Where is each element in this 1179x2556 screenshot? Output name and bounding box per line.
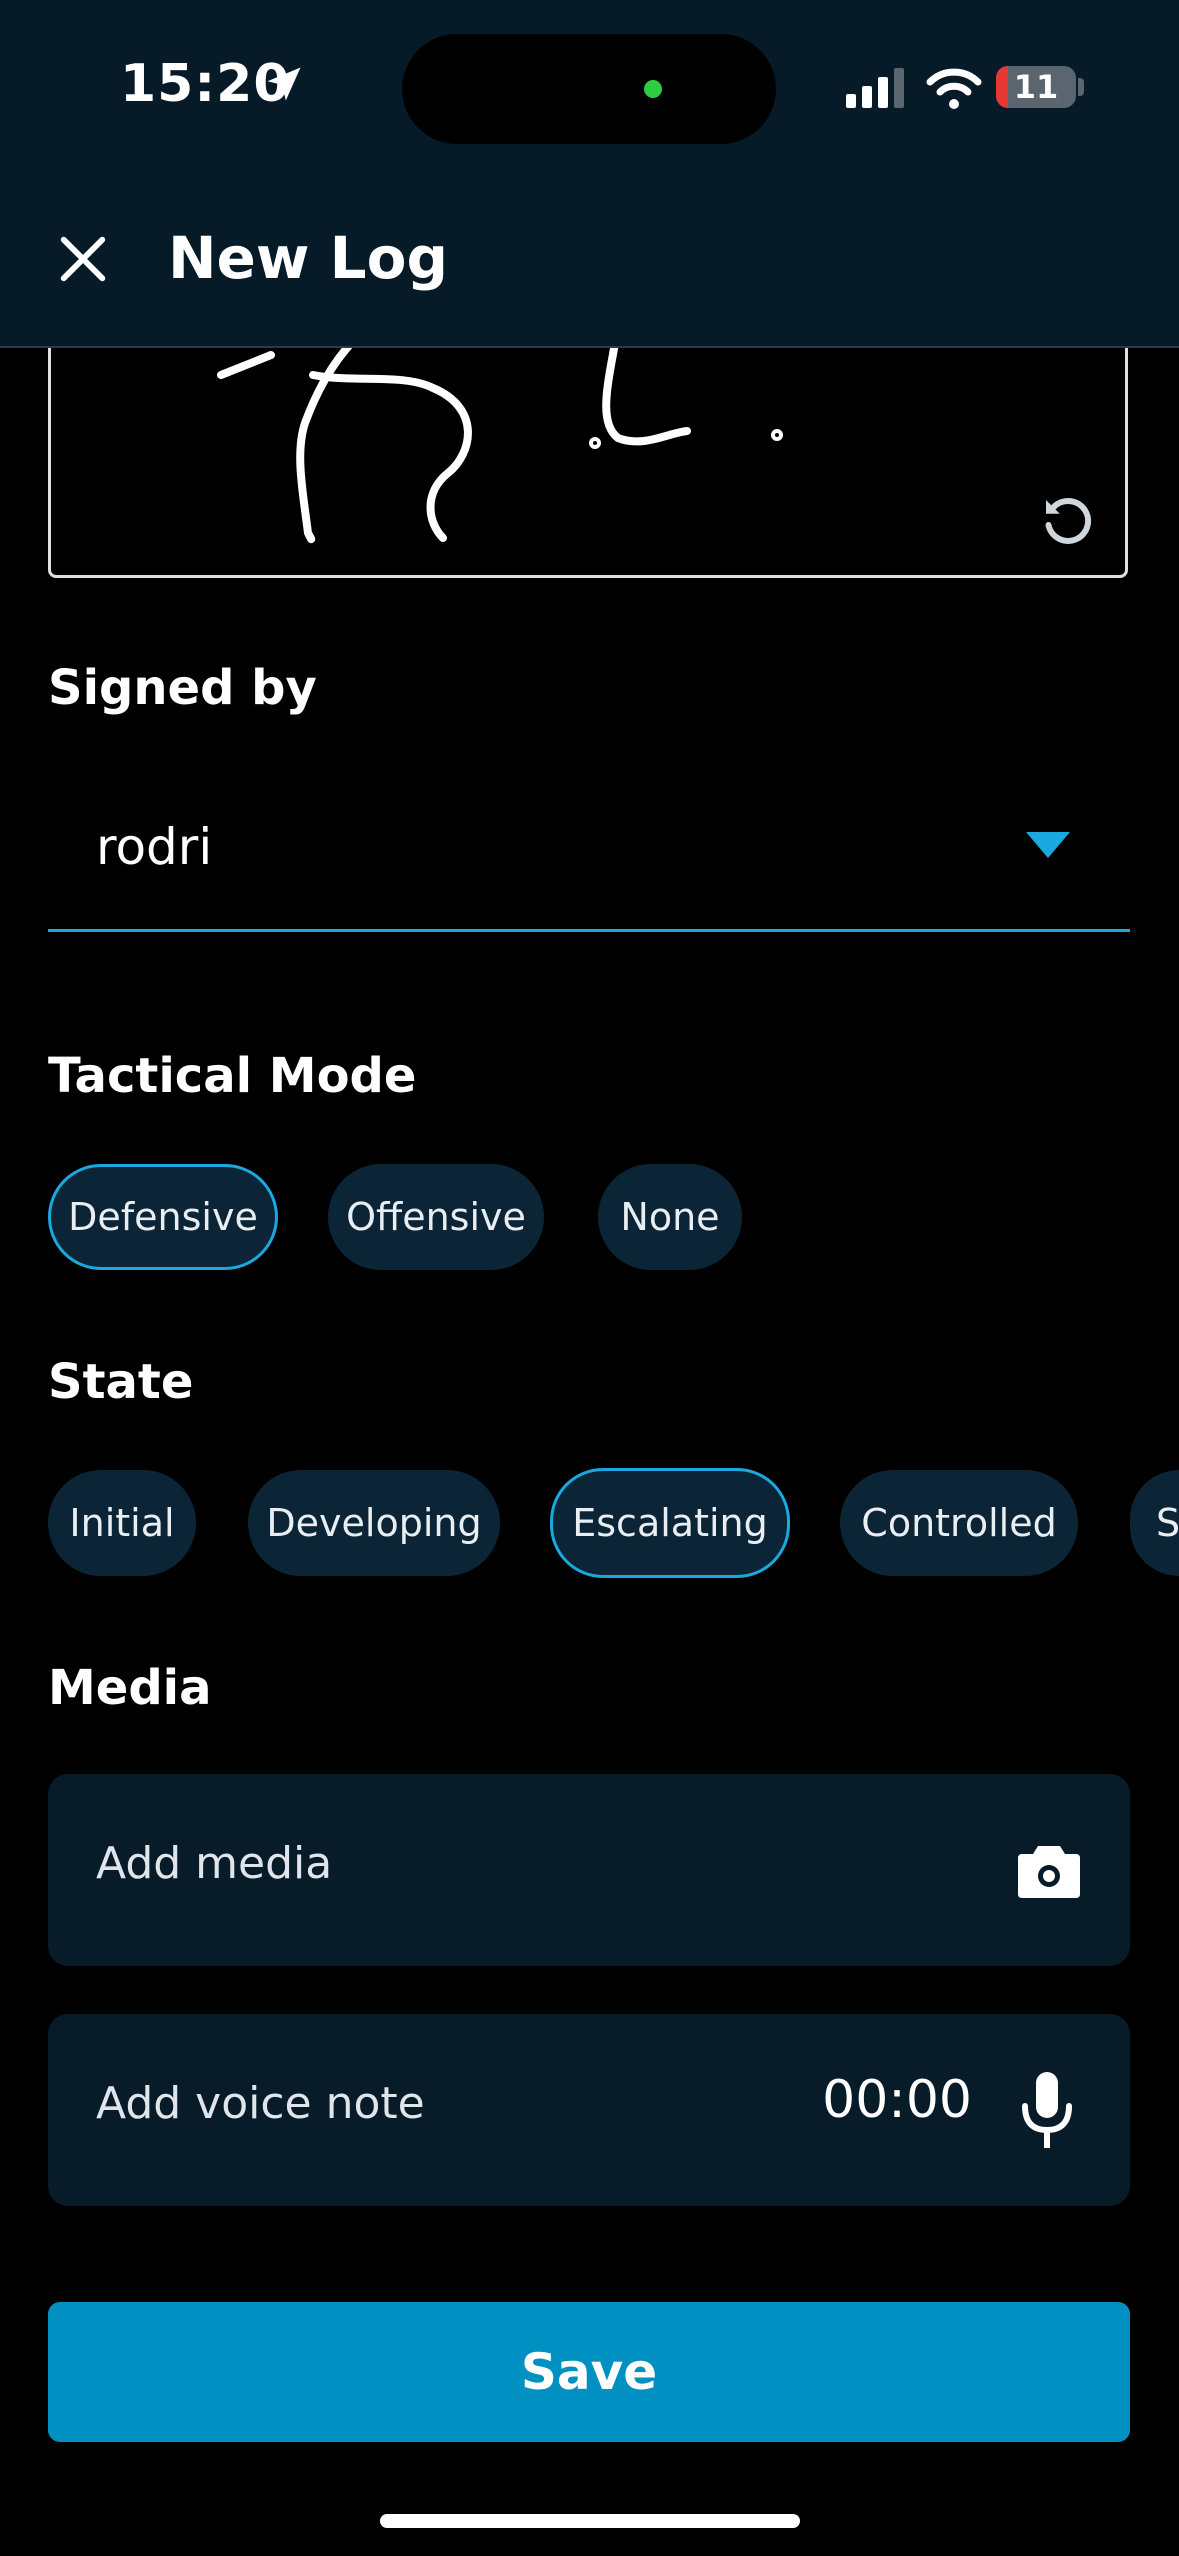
chip-tactical-defensive[interactable]: Defensive [48, 1164, 278, 1270]
add-media-label: Add media [96, 1838, 333, 1889]
signed-by-label: Signed by [48, 660, 317, 716]
chip-state-controlled[interactable]: Controlled [840, 1470, 1078, 1576]
save-button[interactable]: Save [48, 2302, 1130, 2442]
undo-icon[interactable] [1036, 490, 1096, 550]
chip-tactical-none[interactable]: None [598, 1164, 742, 1270]
location-arrow-icon [267, 67, 301, 101]
voice-note-label: Add voice note [96, 2078, 425, 2129]
camera-icon[interactable] [1018, 1840, 1080, 1900]
camera-indicator-dot [644, 80, 662, 98]
voice-note-timer: 00:00 [822, 2070, 972, 2130]
page-title: New Log [168, 224, 448, 292]
microphone-icon[interactable] [1020, 2072, 1074, 2148]
battery-level-text: 11 [1013, 68, 1059, 106]
chip-state-partial[interactable]: S [1130, 1470, 1179, 1576]
voice-note-field[interactable]: Add voice note 00:00 [48, 2014, 1130, 2206]
caret-down-icon [1026, 832, 1070, 858]
chip-state-developing[interactable]: Developing [248, 1470, 500, 1576]
app-header: 15:20 11 New Log [0, 0, 1179, 348]
media-label: Media [48, 1660, 212, 1716]
chip-state-escalating[interactable]: Escalating [550, 1468, 790, 1578]
wifi-icon [926, 68, 982, 109]
add-media-field[interactable]: Add media [48, 1774, 1130, 1966]
dynamic-island [402, 34, 776, 144]
tactical-mode-label: Tactical Mode [48, 1048, 417, 1104]
battery-tip [1078, 78, 1084, 96]
signed-by-value: rodri [96, 818, 213, 876]
cellular-signal-icon [846, 68, 904, 108]
battery-indicator: 11 [996, 66, 1076, 108]
chip-state-initial[interactable]: Initial [48, 1470, 196, 1576]
close-icon[interactable] [54, 230, 112, 288]
state-label: State [48, 1354, 194, 1410]
home-indicator[interactable] [380, 2514, 800, 2528]
chip-tactical-offensive[interactable]: Offensive [328, 1164, 544, 1270]
signed-by-dropdown[interactable]: rodri [48, 782, 1130, 932]
